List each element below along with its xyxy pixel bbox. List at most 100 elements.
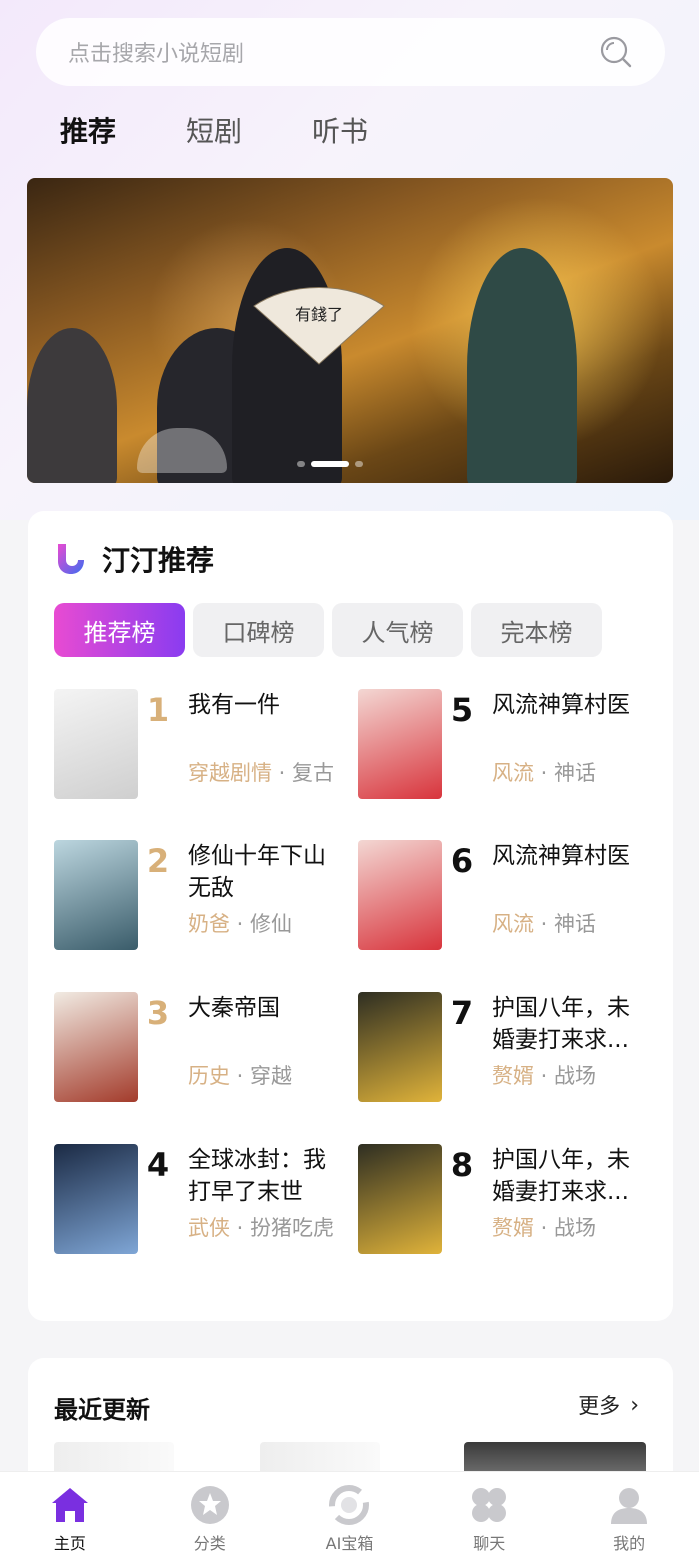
ai-chest-icon[interactable] — [328, 1484, 370, 1526]
book-cover[interactable] — [358, 840, 442, 950]
nav-home[interactable]: 主页 — [0, 1472, 140, 1555]
book-tags: 风流 · 神话 — [492, 757, 596, 787]
book-cover[interactable] — [54, 689, 138, 799]
book-tags: 赘婿 · 战场 — [492, 1060, 596, 1090]
book-cover[interactable] — [54, 1144, 138, 1254]
tag-separator: · — [534, 1216, 555, 1240]
carousel-indicator — [297, 461, 363, 467]
star-icon[interactable] — [189, 1484, 231, 1526]
book-title[interactable]: 全球冰封：我打早了末世 — [188, 1144, 348, 1208]
nav-chat[interactable]: 聊天 — [419, 1472, 559, 1555]
rank-tab-recommend[interactable]: 推荐榜 — [54, 603, 185, 657]
book-tag-secondary: 神话 — [554, 761, 597, 785]
book-tags: 武侠 · 扮猪吃虎 — [188, 1212, 334, 1242]
tag-separator: · — [272, 761, 293, 785]
book-tags: 奶爸 · 修仙 — [188, 908, 292, 938]
nav-label: AI宝箱 — [325, 1534, 374, 1553]
book-item[interactable]: 4 全球冰封：我打早了末世 武侠 · 扮猪吃虎 — [54, 1144, 354, 1256]
nav-label: 我的 — [613, 1534, 646, 1553]
book-title[interactable]: 大秦帝国 — [188, 992, 348, 1024]
fan-text: 有錢了 — [295, 305, 343, 324]
profile-icon[interactable] — [608, 1484, 650, 1526]
book-item[interactable]: 5 风流神算村医 风流 · 神话 — [358, 689, 658, 801]
rank-tab-popularity[interactable]: 人气榜 — [332, 603, 463, 657]
book-tag-secondary: 神话 — [554, 912, 597, 936]
book-cover[interactable] — [54, 840, 138, 950]
more-label[interactable]: 更多 — [578, 1390, 620, 1420]
nav-ai-chest[interactable]: AI宝箱 — [280, 1472, 420, 1555]
carousel-dot[interactable] — [297, 461, 305, 467]
carousel-dot[interactable] — [355, 461, 363, 467]
home-icon[interactable] — [49, 1484, 91, 1526]
book-tag-primary: 风流 — [492, 761, 534, 785]
search-icon[interactable] — [599, 35, 633, 69]
nav-label: 聊天 — [473, 1534, 506, 1553]
bottom-navigation: 主页 分类 AI宝箱 聊天 我的 — [0, 1471, 699, 1555]
book-tag-secondary: 修仙 — [250, 912, 293, 936]
chevron-right-icon: › — [630, 1392, 639, 1418]
book-tag-secondary: 战场 — [554, 1064, 597, 1088]
search-bar[interactable]: 点击搜索小说短剧 — [36, 18, 665, 86]
nav-category[interactable]: 分类 — [140, 1472, 280, 1555]
book-title[interactable]: 护国八年，未婚妻打来求... — [492, 992, 652, 1056]
rank-number: 2 — [146, 842, 170, 880]
book-title[interactable]: 护国八年，未婚妻打来求... — [492, 1144, 652, 1208]
tab-short-drama[interactable]: 短剧 — [186, 112, 242, 152]
book-tag-secondary: 战场 — [554, 1216, 597, 1240]
tag-separator: · — [534, 912, 555, 936]
nav-label: 分类 — [193, 1534, 226, 1553]
tab-audiobook[interactable]: 听书 — [312, 112, 368, 152]
tag-separator: · — [230, 1064, 251, 1088]
book-tag-primary: 穿越剧情 — [188, 761, 272, 785]
search-input[interactable]: 点击搜索小说短剧 — [68, 36, 599, 68]
rank-tab-completed[interactable]: 完本榜 — [471, 603, 602, 657]
book-tag-primary: 风流 — [492, 912, 534, 936]
rank-number: 3 — [146, 994, 170, 1032]
book-item[interactable]: 2 修仙十年下山无敌 奶爸 · 修仙 — [54, 840, 354, 952]
book-cover[interactable] — [358, 992, 442, 1102]
more-link[interactable]: 更多 › — [578, 1390, 639, 1420]
recent-title: 最近更新 — [54, 1396, 150, 1424]
rank-tabs: 推荐榜 口碑榜 人气榜 完本榜 — [54, 603, 610, 657]
book-item[interactable]: 1 我有一件 穿越剧情 · 复古 — [54, 689, 354, 801]
book-cover[interactable] — [54, 992, 138, 1102]
book-title[interactable]: 风流神算村医 — [492, 689, 652, 721]
top-tabs: 推荐 短剧 听书 — [60, 112, 438, 152]
book-tag-primary: 赘婿 — [492, 1216, 534, 1240]
book-tag-secondary: 穿越 — [250, 1064, 293, 1088]
banner-carousel[interactable]: 有錢了 — [27, 178, 673, 483]
nav-profile[interactable]: 我的 — [559, 1472, 699, 1555]
book-tag-primary: 奶爸 — [188, 912, 230, 936]
book-item[interactable]: 8 护国八年，未婚妻打来求... 赘婿 · 战场 — [358, 1144, 658, 1256]
carousel-dot-active[interactable] — [311, 461, 349, 467]
book-item[interactable]: 7 护国八年，未婚妻打来求... 赘婿 · 战场 — [358, 992, 658, 1104]
book-tags: 历史 · 穿越 — [188, 1060, 292, 1090]
rank-number: 1 — [146, 691, 170, 729]
tag-separator: · — [534, 1064, 555, 1088]
book-tags: 风流 · 神话 — [492, 908, 596, 938]
fan-icon: 有錢了 — [253, 287, 385, 365]
banner-figure — [467, 248, 577, 483]
book-tag-primary: 赘婿 — [492, 1064, 534, 1088]
book-tags: 穿越剧情 · 复古 — [188, 757, 334, 787]
brand-logo-icon — [58, 544, 84, 574]
rank-tab-reputation[interactable]: 口碑榜 — [193, 603, 324, 657]
book-item[interactable]: 6 风流神算村医 风流 · 神话 — [358, 840, 658, 952]
rank-number: 4 — [146, 1146, 170, 1184]
book-title[interactable]: 我有一件 — [188, 689, 348, 721]
rank-number: 8 — [450, 1146, 474, 1184]
book-cover[interactable] — [358, 1144, 442, 1254]
section-title: 汀汀推荐 — [102, 544, 215, 577]
tag-separator: · — [534, 761, 555, 785]
book-item[interactable]: 3 大秦帝国 历史 · 穿越 — [54, 992, 354, 1104]
book-title[interactable]: 修仙十年下山无敌 — [188, 840, 348, 904]
book-cover[interactable] — [358, 689, 442, 799]
rank-number: 7 — [450, 994, 474, 1032]
book-tag-primary: 历史 — [188, 1064, 230, 1088]
tab-recommend[interactable]: 推荐 — [60, 112, 116, 152]
rank-number: 6 — [450, 842, 474, 880]
chat-icon[interactable] — [468, 1484, 510, 1526]
tag-separator: · — [230, 912, 251, 936]
rank-number: 5 — [450, 691, 474, 729]
book-title[interactable]: 风流神算村医 — [492, 840, 652, 872]
